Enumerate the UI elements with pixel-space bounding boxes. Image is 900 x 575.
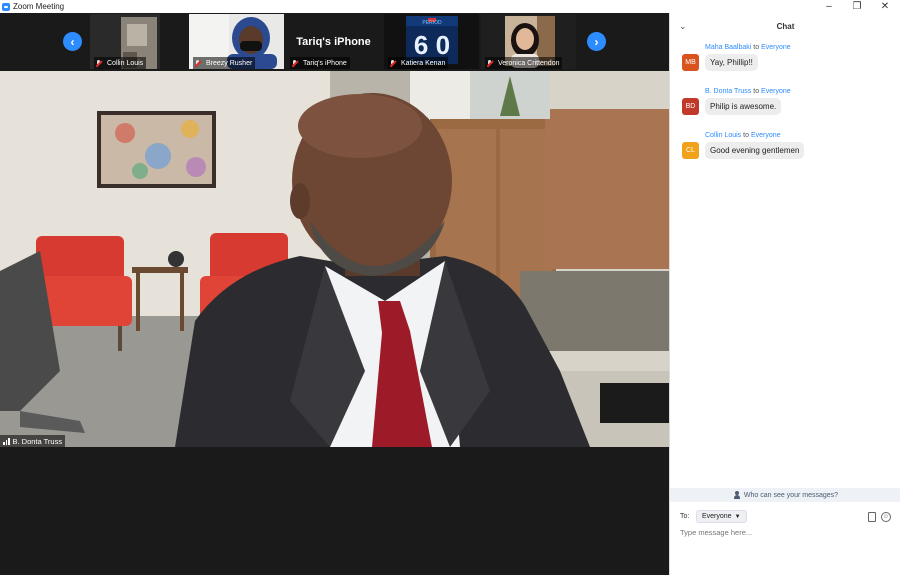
avatar: BD [682, 98, 699, 115]
participant-name: Breezy Rusher [206, 59, 253, 67]
window-title: Zoom Meeting [13, 2, 65, 11]
participant-label: Veronica Crittendon [485, 57, 563, 69]
message-sender[interactable]: Maha Baalbaki [705, 44, 751, 51]
chat-title: Chat [776, 22, 795, 31]
participant-tile[interactable]: Breezy Rusher [189, 14, 284, 69]
muted-mic-icon [390, 59, 396, 67]
message-bubble: Good evening gentlemen [705, 142, 805, 159]
signal-bars-icon [3, 437, 10, 445]
gallery-prev-button[interactable]: ‹ [63, 32, 82, 51]
participant-label: Collin Louis [94, 57, 147, 69]
message-sender[interactable]: B. Donta Truss [705, 88, 751, 95]
avatar: CL [682, 142, 699, 159]
participant-display-name: Tariq's iPhone [296, 36, 371, 48]
participant-label: Breezy Rusher [193, 57, 256, 69]
chevron-down-icon: ▼ [734, 513, 741, 520]
message-to-word: to [753, 44, 760, 51]
minimize-icon[interactable]: – [815, 0, 843, 13]
close-icon[interactable]: ✕ [871, 0, 899, 13]
active-speaker-label: B. Donta Truss [0, 435, 66, 447]
message-sender-line: Maha Baalbaki to Everyone [705, 44, 791, 51]
restore-icon[interactable]: ❐ [843, 0, 871, 13]
message-bubble: Yay, Phillip!! [705, 54, 758, 71]
message-sender-line: Collin Louis to Everyone [705, 132, 781, 139]
gallery-strip: ‹ Collin Louis Breezy Rusher Tariq's iPh… [0, 13, 669, 70]
gallery-next-button[interactable]: › [587, 32, 606, 51]
active-speaker-name: B. Donta Truss [12, 436, 63, 446]
chevron-right-icon: › [594, 34, 599, 49]
person-icon [733, 491, 741, 499]
message-bubble: Philip is awesome. [705, 98, 782, 115]
muted-mic-icon [487, 59, 493, 67]
meeting-area: ‹ Collin Louis Breezy Rusher Tariq's iPh… [0, 13, 669, 575]
tile-text: 6 0 [414, 30, 450, 60]
participant-label: Katiera Kenan [388, 57, 449, 69]
svg-text:PERIOD: PERIOD [422, 20, 442, 26]
visibility-text: Who can see your messages? [743, 491, 839, 499]
participant-tile[interactable]: PERIOD 6 0 Katiera Kenan [384, 14, 479, 69]
recipient-value: Everyone [702, 513, 732, 520]
recipient-dropdown[interactable]: Everyone ▼ [696, 510, 747, 523]
chat-message-input[interactable] [680, 528, 890, 537]
participant-label: Tariq's iPhone [290, 57, 350, 69]
message-to-word: to [743, 132, 749, 139]
message-to-word: to [753, 88, 760, 95]
message-sender[interactable]: Collin Louis [705, 132, 741, 139]
message-recipient: Everyone [750, 132, 781, 139]
participant-tile[interactable]: Collin Louis [90, 14, 160, 69]
file-icon[interactable] [868, 512, 876, 522]
participant-name: Collin Louis [107, 59, 144, 67]
message-sender-line: B. Donta Truss to Everyone [705, 88, 791, 95]
participant-name: Katiera Kenan [401, 59, 446, 67]
message-recipient: Everyone [761, 44, 791, 51]
chat-header: ⌄ Chat [670, 13, 900, 41]
visibility-notice[interactable]: Who can see your messages? [670, 488, 900, 502]
muted-mic-icon [292, 59, 298, 67]
chevron-left-icon: ‹ [70, 34, 75, 49]
active-speaker-video: B. Donta Truss [0, 71, 669, 447]
speaker-video-image [0, 71, 669, 447]
muted-mic-icon [96, 59, 102, 67]
avatar: MB [682, 54, 699, 71]
muted-mic-icon [195, 59, 201, 67]
title-bar: Zoom Meeting – ❐ ✕ [0, 0, 900, 13]
participant-name: Veronica Crittendon [498, 59, 560, 67]
participant-name: Tariq's iPhone [303, 59, 347, 67]
zoom-logo-icon [2, 2, 10, 11]
participant-tile[interactable]: Tariq's iPhone Tariq's iPhone [286, 14, 381, 69]
chat-panel: ⌄ Chat MB Maha Baalbaki to Everyone Yay,… [669, 13, 900, 575]
message-recipient: Everyone [761, 88, 791, 95]
participant-tile[interactable]: Veronica Crittendon [481, 14, 576, 69]
emoji-icon[interactable]: ☺ [881, 512, 891, 522]
to-label: To: [680, 513, 690, 520]
recipient-row: To: Everyone ▼ ☺ [670, 509, 900, 525]
